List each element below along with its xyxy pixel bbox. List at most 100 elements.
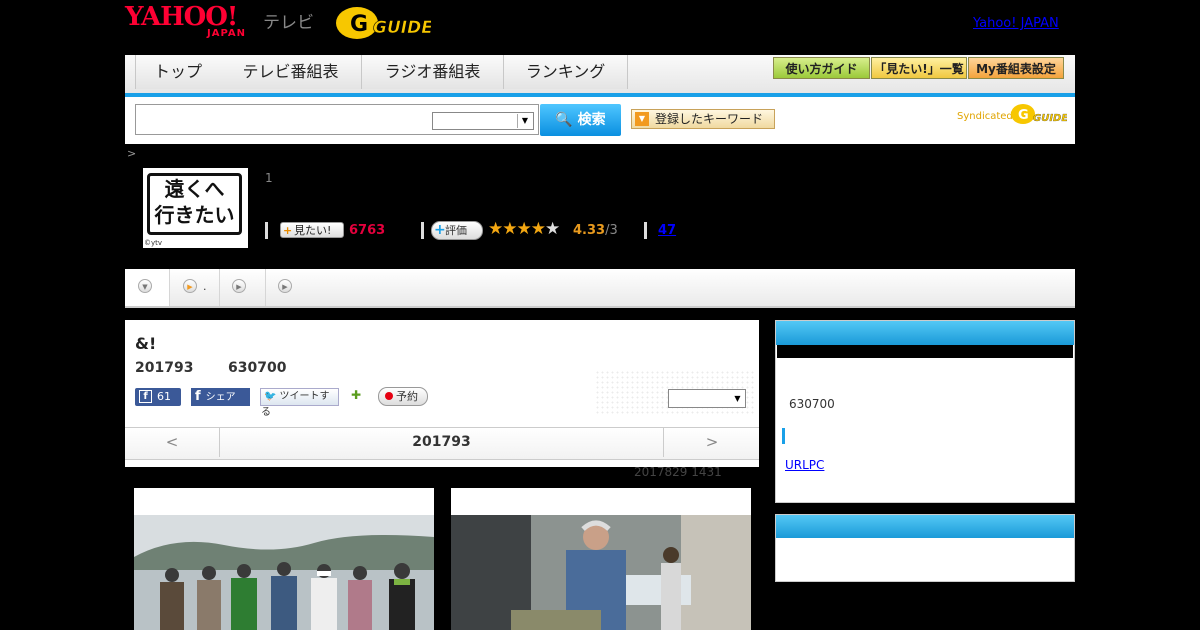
star-icon: ★ xyxy=(516,219,532,239)
mitai-list-button[interactable]: 「見たい!」一覧 xyxy=(871,57,967,79)
facebook-icon: f xyxy=(139,390,152,403)
program-logo-line2: 行きたい xyxy=(154,203,235,227)
mitai-count: 6763 xyxy=(349,223,386,238)
rating-max: /3 xyxy=(605,223,618,238)
plus-icon: + xyxy=(283,224,293,237)
star-icon: ★ xyxy=(530,219,546,239)
yahoo-japan-logo-text: JAPAN xyxy=(207,28,246,39)
tv-logo-label[interactable]: テレビ xyxy=(263,8,314,33)
play-icon: ▶ xyxy=(183,279,197,293)
facebook-share-label: シェア xyxy=(205,392,236,403)
tab-4[interactable]: ▶ xyxy=(266,269,302,306)
episode-select[interactable]: ▼ xyxy=(668,389,746,408)
sidebar-panel-header xyxy=(776,515,1074,538)
rating-score: 4.33 xyxy=(573,223,606,238)
episode-photo-2[interactable] xyxy=(451,488,751,630)
search-icon: 🔍 xyxy=(555,112,573,128)
sidebar-panel-header xyxy=(776,321,1074,345)
svg-text:G: G xyxy=(1018,108,1029,123)
chevron-down-icon: ▼ xyxy=(517,114,532,128)
search-button-label: 検索 xyxy=(577,112,606,128)
reserve-button-label: 予約 xyxy=(396,390,418,403)
star-icon: ★ xyxy=(502,219,517,239)
chevron-down-icon: ▼ xyxy=(635,112,649,126)
gguide-small-logo: G GUIDE xyxy=(1011,104,1067,124)
yahoo-logo[interactable]: YAHOO! xyxy=(125,4,238,30)
nav-tab-ranking[interactable]: ランキング xyxy=(504,55,628,89)
program-tabbar: ▼ ▶ . ▶ ▶ xyxy=(125,269,1075,308)
episode-pager: < 201793 > xyxy=(125,427,759,460)
updated-timestamp: 2017829 1431 xyxy=(634,465,722,479)
svg-text:GUIDE: GUIDE xyxy=(373,18,431,38)
my-schedule-settings-button[interactable]: My番組表設定 xyxy=(968,57,1064,79)
sidebar-panel-band xyxy=(777,345,1073,358)
episode-photo-1[interactable] xyxy=(134,488,434,630)
sidebar-size: 630700 xyxy=(789,397,835,411)
site-header: YAHOO! JAPAN テレビ G GUIDE Yahoo! JAPAN xyxy=(125,0,1075,55)
tab-info[interactable]: ▼ xyxy=(125,269,170,306)
divider xyxy=(644,222,647,239)
yahoo-japan-link[interactable]: Yahoo! JAPAN xyxy=(973,16,1059,31)
star-rating: ★★★★★ xyxy=(488,219,560,239)
star-icon: ★ xyxy=(488,219,503,239)
pager-next-button[interactable]: > xyxy=(663,428,760,457)
gguide-logo[interactable]: G GUIDE xyxy=(335,6,431,40)
search-bar: ▼ 🔍 検索 ▼ 登録したキーワード Syndicated G GUIDE xyxy=(125,97,1075,144)
divider xyxy=(265,222,268,239)
syndicated-label: Syndicated xyxy=(957,111,1013,122)
program-number: 1 xyxy=(265,171,273,185)
registered-keyword-label: 登録したキーワード xyxy=(655,112,764,126)
tab-3[interactable]: ▶ xyxy=(220,269,266,306)
facebook-icon: f xyxy=(195,389,201,404)
sidebar-url-link[interactable]: URLPC xyxy=(785,458,824,472)
mitai-button[interactable]: + 見たい! xyxy=(280,222,344,238)
play-icon: ▶ xyxy=(278,279,292,293)
rating-value: 4.33/3 xyxy=(573,223,618,238)
play-icon: ▶ xyxy=(232,279,246,293)
pager-prev-button[interactable]: < xyxy=(125,428,220,457)
program-logo-line1: 遠くへ xyxy=(164,177,225,201)
star-empty-icon: ★ xyxy=(545,219,560,239)
svg-text:GUIDE: GUIDE xyxy=(1033,113,1067,124)
program-thumbnail[interactable]: 遠くへ 行きたい ©ytv xyxy=(143,168,248,248)
evaluate-button[interactable]: +評価 xyxy=(431,221,483,240)
record-icon xyxy=(385,392,393,400)
facebook-like-count: 61 xyxy=(157,390,171,403)
divider xyxy=(421,222,424,239)
guide-button[interactable]: 使い方ガイド xyxy=(773,57,870,79)
episode-date: 201793 xyxy=(135,360,194,376)
add-bookmark-icon[interactable]: ✚ xyxy=(351,388,367,404)
episode-size: 630700 xyxy=(228,360,287,376)
review-count-link[interactable]: 47 xyxy=(658,223,676,238)
nav-tab-top[interactable]: トップ xyxy=(135,55,221,89)
main-nav: トップ テレビ番組表 ラジオ番組表 ランキング 使い方ガイド 「見たい!」一覧 … xyxy=(125,55,1075,97)
mitai-button-label: 見たい! xyxy=(294,224,332,237)
group-photo-image xyxy=(134,515,434,630)
plus-icon: + xyxy=(434,222,446,238)
chevron-down-icon: ▼ xyxy=(138,279,152,293)
market-photo-image xyxy=(451,515,751,630)
program-logo: 遠くへ 行きたい xyxy=(147,173,242,235)
sidebar-secondary-panel xyxy=(775,514,1075,582)
episode-title: &! xyxy=(135,334,157,353)
program-thumbnail-credit: ©ytv xyxy=(144,239,163,247)
chevron-down-icon: ▼ xyxy=(734,394,741,403)
pager-current-date: 201793 xyxy=(412,434,471,450)
twitter-bird-icon: 🐦 xyxy=(264,391,277,402)
facebook-share-button[interactable]: f シェア xyxy=(191,388,250,406)
search-button[interactable]: 🔍 検索 xyxy=(540,104,621,136)
tab-2[interactable]: ▶ . xyxy=(170,269,220,306)
tweet-button[interactable]: 🐦 ツイートする xyxy=(260,388,339,418)
breadcrumb[interactable]: > xyxy=(127,147,136,160)
reserve-button[interactable]: 予約 xyxy=(378,387,428,406)
registered-keyword-button[interactable]: ▼ 登録したキーワード xyxy=(631,109,775,129)
nav-tab-tv-schedule[interactable]: テレビ番組表 xyxy=(220,55,362,89)
nav-tab-radio-schedule[interactable]: ラジオ番組表 xyxy=(362,55,504,89)
facebook-like-button[interactable]: f 61 xyxy=(135,388,181,406)
evaluate-button-label: 評価 xyxy=(445,224,467,237)
tab-2-label: . xyxy=(203,280,207,293)
sidebar-accent-bar xyxy=(782,428,785,444)
search-category-select[interactable]: ▼ xyxy=(432,112,534,130)
svg-text:G: G xyxy=(350,12,368,37)
sidebar-info-panel: 630700 URLPC xyxy=(775,320,1075,503)
